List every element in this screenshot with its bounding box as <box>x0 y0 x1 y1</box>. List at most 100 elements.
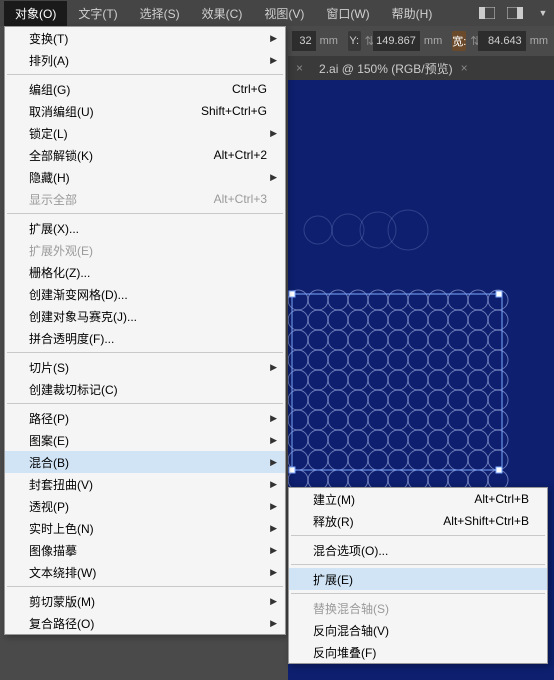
menu-text[interactable]: 文字(T) <box>67 1 128 26</box>
shortcut: Alt+Ctrl+2 <box>214 148 267 162</box>
object-menu-item-18[interactable]: 创建裁切标记(C) <box>5 378 285 400</box>
blend-menu-item-9[interactable]: 反向堆叠(F) <box>289 641 547 663</box>
menu-item-label: 创建渐变网格(D)... <box>29 286 128 303</box>
menu-item-label: 剪切蒙版(M) <box>29 593 95 610</box>
object-menu-item-21[interactable]: 图案(E)▶ <box>5 429 285 451</box>
tab-2[interactable]: 2.ai @ 150% (RGB/预览) × <box>311 56 476 80</box>
submenu-arrow-icon: ▶ <box>270 55 277 66</box>
menu-item-label: 反向堆叠(F) <box>313 644 376 661</box>
menubar: 对象(O) 文字(T) 选择(S) 效果(C) 视图(V) 窗口(W) 帮助(H… <box>0 0 554 26</box>
menu-item-label: 混合选项(O)... <box>313 542 388 559</box>
object-menu-item-1[interactable]: 排列(A) ▶ <box>5 49 285 71</box>
object-menu-item-30[interactable]: 复合路径(O) ▶ <box>5 612 285 634</box>
close-tab-icon[interactable]: × <box>461 61 468 75</box>
menu-item-label: 反向混合轴(V) <box>313 622 389 639</box>
blend-menu-item-0[interactable]: 建立(M)Alt+Ctrl+B <box>289 488 547 510</box>
x-value[interactable]: 32 <box>292 31 316 51</box>
object-menu-item-6[interactable]: 全部解锁(K) Alt+Ctrl+2 <box>5 144 285 166</box>
object-menu-item-5[interactable]: 锁定(L) ▶ <box>5 122 285 144</box>
dropdown-icon[interactable]: ▼ <box>532 2 554 24</box>
object-menu-item-3[interactable]: 编组(G)Ctrl+G <box>5 78 285 100</box>
menu-item-label: 全部解锁(K) <box>29 147 93 164</box>
blend-menu-item-3[interactable]: 混合选项(O)... <box>289 539 547 561</box>
menu-item-label: 创建对象马赛克(J)... <box>29 308 137 325</box>
w-label: 宽: <box>452 31 466 51</box>
submenu-arrow-icon: ▶ <box>270 618 277 629</box>
submenu-arrow-icon: ▶ <box>270 523 277 534</box>
menu-item-label: 创建裁切标记(C) <box>29 381 118 398</box>
object-menu-item-23[interactable]: 封套扭曲(V) ▶ <box>5 473 285 495</box>
object-menu-item-0[interactable]: 变换(T) ▶ <box>5 27 285 49</box>
menu-item-label: 路径(P) <box>29 410 69 427</box>
object-menu-item-12[interactable]: 栅格化(Z)... <box>5 261 285 283</box>
object-menu-item-11: 扩展外观(E) <box>5 239 285 261</box>
submenu-arrow-icon: ▶ <box>270 596 277 607</box>
submenu-arrow-icon: ▶ <box>270 501 277 512</box>
object-menu-item-29[interactable]: 剪切蒙版(M) ▶ <box>5 590 285 612</box>
menu-item-label: 复合路径(O) <box>29 615 94 632</box>
blend-menu-item-5[interactable]: 扩展(E) <box>289 568 547 590</box>
menu-object[interactable]: 对象(O) <box>4 1 67 26</box>
submenu-arrow-icon: ▶ <box>270 33 277 44</box>
submenu-arrow-icon: ▶ <box>270 413 277 424</box>
y-label: Y: <box>348 31 361 51</box>
object-menu-item-13[interactable]: 创建渐变网格(D)... <box>5 283 285 305</box>
shortcut: Alt+Ctrl+B <box>474 492 529 506</box>
object-menu-item-14[interactable]: 创建对象马赛克(J)... <box>5 305 285 327</box>
menu-item-label: 实时上色(N) <box>29 520 94 537</box>
tab-label: 2.ai @ 150% (RGB/预览) <box>319 60 453 77</box>
object-menu-item-26[interactable]: 图像描摹▶ <box>5 539 285 561</box>
object-menu-item-4[interactable]: 取消编组(U)Shift+Ctrl+G <box>5 100 285 122</box>
menu-item-label: 文本绕排(W) <box>29 564 96 581</box>
menu-item-label: 变换(T) <box>29 30 68 47</box>
menu-item-label: 扩展(E) <box>313 571 353 588</box>
menu-item-label: 切片(S) <box>29 359 69 376</box>
menu-window[interactable]: 窗口(W) <box>315 1 380 26</box>
tab-1[interactable]: × <box>288 56 311 80</box>
y-value[interactable]: 149.867 <box>373 31 420 51</box>
submenu-arrow-icon: ▶ <box>270 128 277 139</box>
x-unit: mm <box>320 35 338 47</box>
submenu-arrow-icon: ▶ <box>270 457 277 468</box>
close-tab-icon[interactable]: × <box>296 61 303 75</box>
menu-item-label: 隐藏(H) <box>29 169 70 186</box>
menu-item-label: 图案(E) <box>29 432 69 449</box>
menu-item-label: 栅格化(Z)... <box>29 264 90 281</box>
w-value[interactable]: 84.643 <box>478 31 525 51</box>
object-menu-item-7[interactable]: 隐藏(H)▶ <box>5 166 285 188</box>
menu-item-label: 锁定(L) <box>29 125 68 142</box>
tabbar: × 2.ai @ 150% (RGB/预览) × <box>288 56 554 80</box>
menu-item-label: 封套扭曲(V) <box>29 476 93 493</box>
menu-help[interactable]: 帮助(H) <box>381 1 444 26</box>
w-unit: mm <box>530 35 548 47</box>
object-menu-item-24[interactable]: 透视(P) ▶ <box>5 495 285 517</box>
menu-effect[interactable]: 效果(C) <box>191 1 254 26</box>
menu-item-label: 显示全部 <box>29 191 77 208</box>
y-unit: mm <box>424 35 442 47</box>
menu-item-label: 释放(R) <box>313 513 354 530</box>
object-menu-item-25[interactable]: 实时上色(N) ▶ <box>5 517 285 539</box>
menu-item-label: 透视(P) <box>29 498 69 515</box>
blend-menu-item-8[interactable]: 反向混合轴(V) <box>289 619 547 641</box>
menu-item-label: 混合(B) <box>29 454 69 471</box>
menu-view[interactable]: 视图(V) <box>253 1 315 26</box>
menu-select[interactable]: 选择(S) <box>129 1 191 26</box>
layout-icon[interactable] <box>476 2 498 24</box>
layout2-icon[interactable] <box>504 2 526 24</box>
menu-item-label: 扩展(X)... <box>29 220 79 237</box>
object-menu-item-27[interactable]: 文本绕排(W)▶ <box>5 561 285 583</box>
submenu-arrow-icon: ▶ <box>270 362 277 373</box>
object-menu: 变换(T) ▶ 排列(A) ▶ 编组(G)Ctrl+G取消编组(U)Shift+Ctrl… <box>4 26 286 635</box>
menu-item-label: 拼合透明度(F)... <box>29 330 114 347</box>
blend-menu-item-1[interactable]: 释放(R) Alt+Shift+Ctrl+B <box>289 510 547 532</box>
object-menu-item-10[interactable]: 扩展(X)... <box>5 217 285 239</box>
object-menu-item-22[interactable]: 混合(B) ▶ <box>5 451 285 473</box>
object-menu-item-17[interactable]: 切片(S) ▶ <box>5 356 285 378</box>
object-menu-item-15[interactable]: 拼合透明度(F)... <box>5 327 285 349</box>
menu-item-label: 扩展外观(E) <box>29 242 93 259</box>
submenu-arrow-icon: ▶ <box>270 479 277 490</box>
menu-item-label: 排列(A) <box>29 52 69 69</box>
object-menu-item-20[interactable]: 路径(P) ▶ <box>5 407 285 429</box>
shortcut: Alt+Shift+Ctrl+B <box>443 514 529 528</box>
menu-item-label: 图像描摹 <box>29 542 77 559</box>
